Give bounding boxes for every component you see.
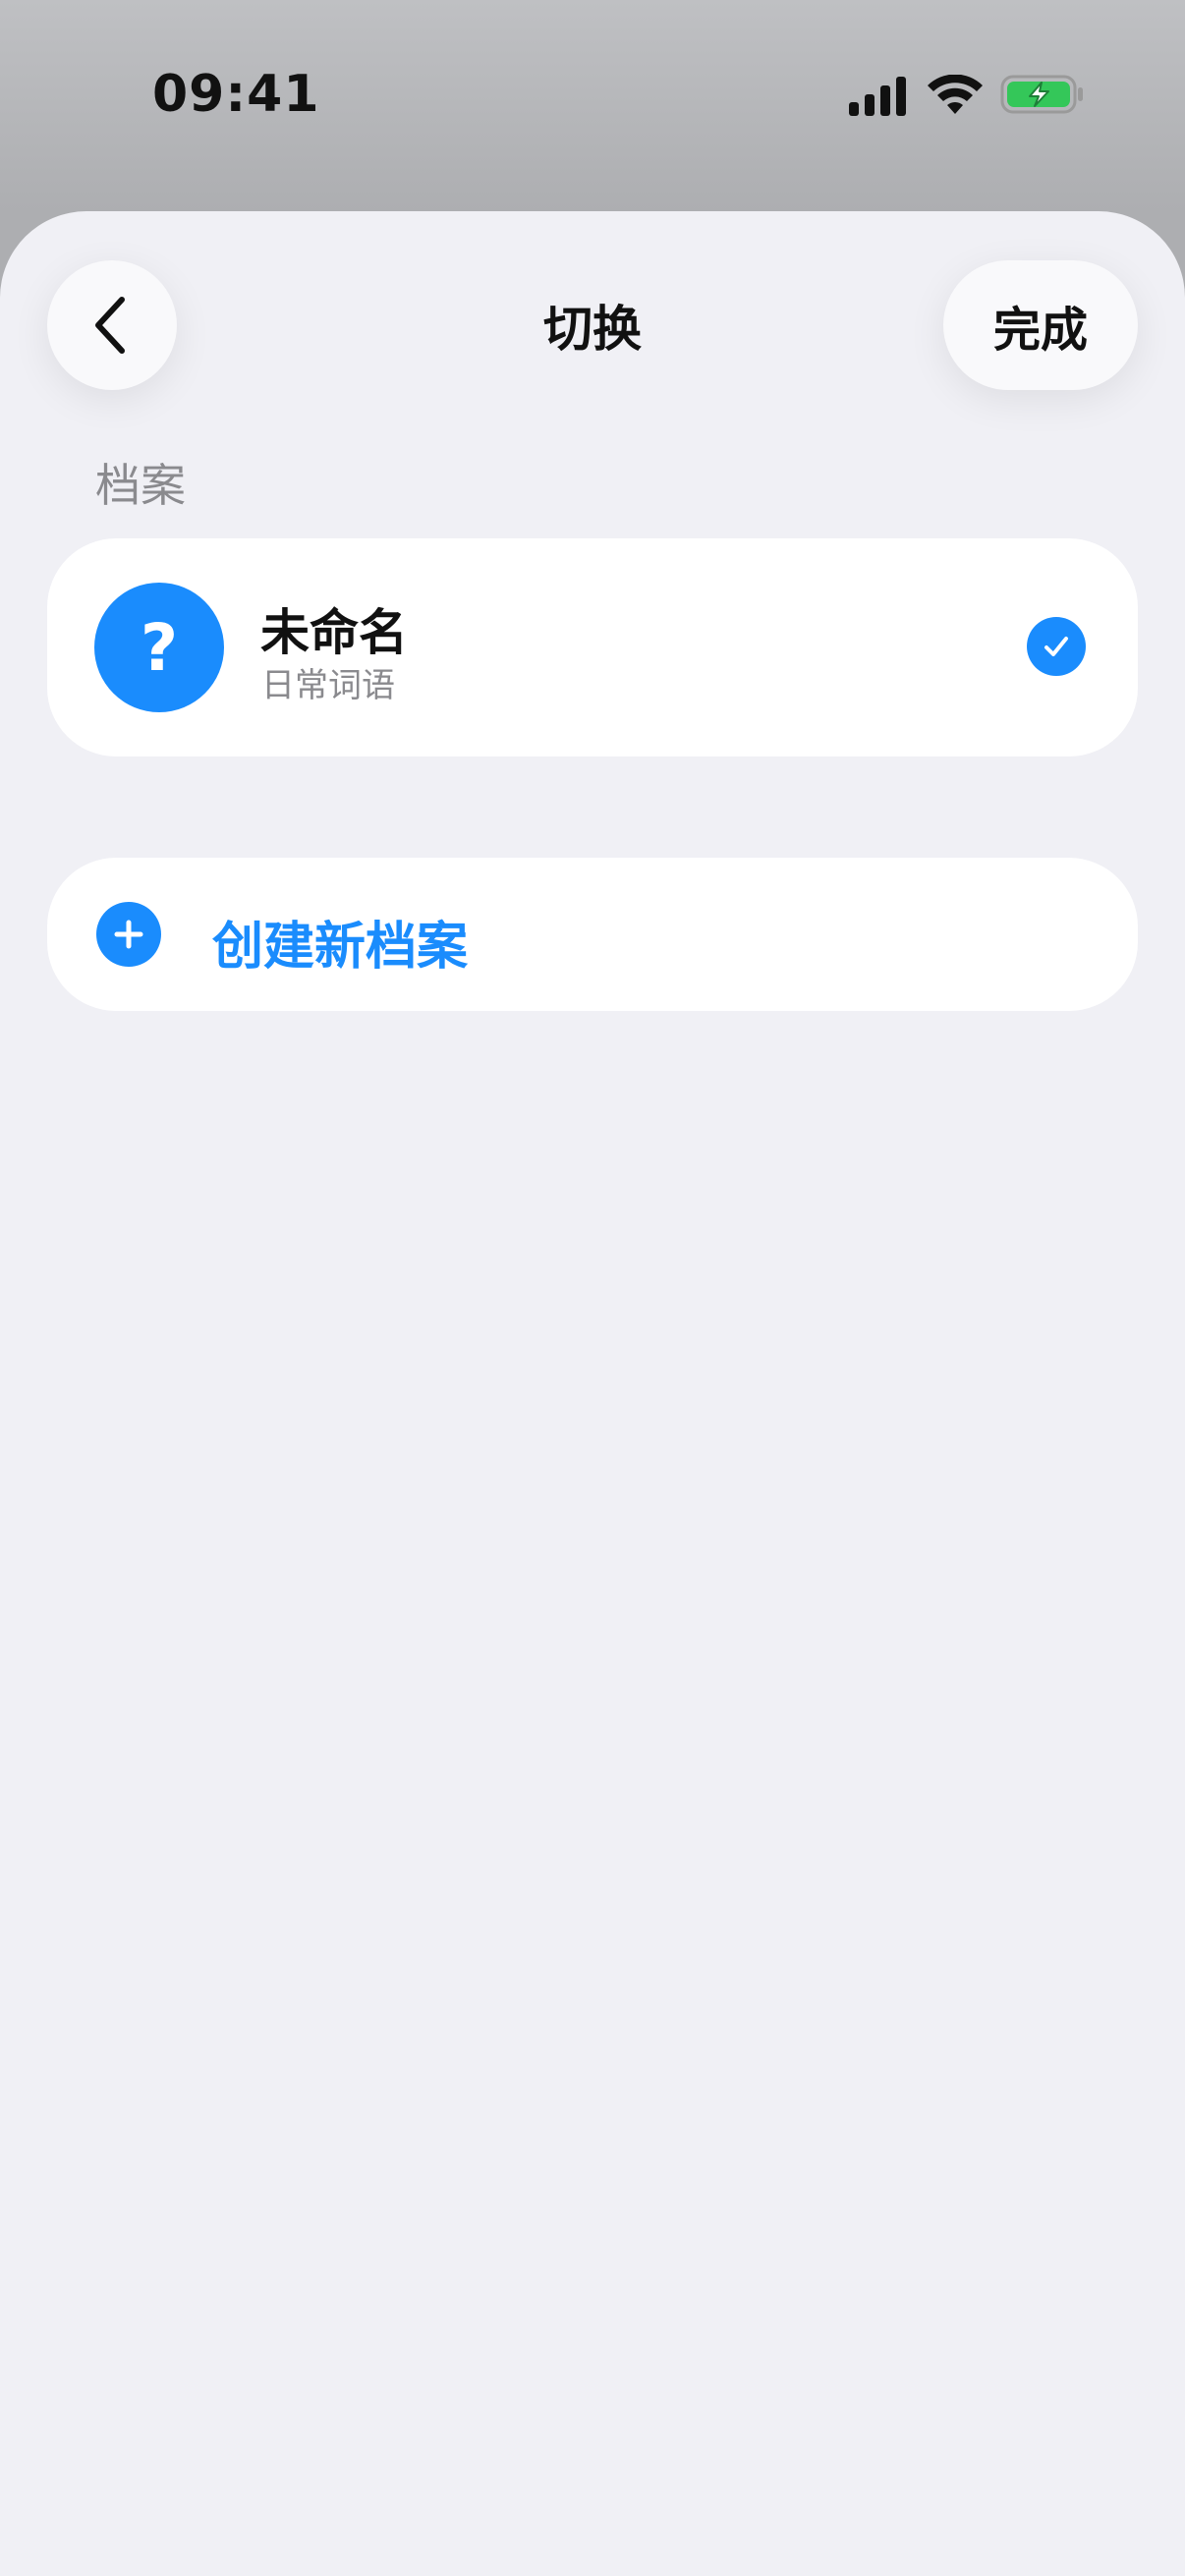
profile-avatar: ? <box>94 583 224 712</box>
profile-name: 未命名 <box>260 604 408 661</box>
profile-row[interactable]: ? 未命名 日常词语 <box>47 538 1138 756</box>
plus-circle-icon <box>96 902 161 967</box>
done-button[interactable]: 完成 <box>943 260 1138 390</box>
create-new-profile-button[interactable]: 创建新档案 <box>47 858 1138 1011</box>
done-button-label: 完成 <box>992 303 1088 358</box>
profile-switch-sheet: 切换 完成 档案 ? 未命名 日常词语 创建新档案 <box>0 211 1185 2576</box>
wifi-icon <box>928 75 983 114</box>
create-new-profile-label: 创建新档案 <box>212 918 469 977</box>
battery-charging-icon <box>1000 75 1083 114</box>
cellular-signal-icon <box>849 77 906 116</box>
profile-subtitle: 日常词语 <box>261 666 395 705</box>
checkmark-circle-icon <box>1027 617 1086 676</box>
status-time: 09:41 <box>152 65 320 124</box>
avatar-question-mark: ? <box>140 609 179 686</box>
status-bar: 09:41 <box>0 0 1185 196</box>
section-header-profiles: 档案 <box>95 459 186 512</box>
